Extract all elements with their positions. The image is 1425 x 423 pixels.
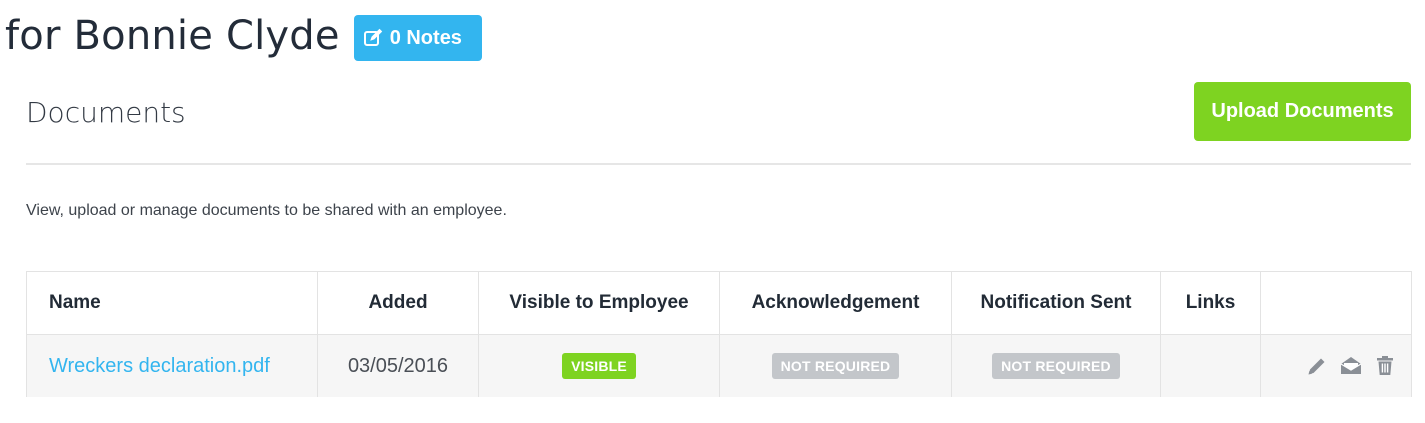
column-header-acknowledgement[interactable]: Acknowledgement [719,271,952,335]
upload-documents-button[interactable]: Upload Documents [1194,82,1411,141]
notification-badge: NOT REQUIRED [992,353,1120,379]
column-header-actions [1260,271,1412,335]
table-header-row: Name Added Visible to Employee Acknowled… [26,271,1412,335]
documents-header: Documents Upload Documents [26,82,1411,142]
trash-icon[interactable] [1373,354,1397,378]
column-header-added[interactable]: Added [317,271,479,335]
column-header-name[interactable]: Name [26,271,318,335]
cell-notification: NOT REQUIRED [951,334,1161,397]
table-row: Wreckers declaration.pdf 03/05/2016 VISI… [26,334,1412,397]
edit-note-icon [363,28,383,48]
document-link[interactable]: Wreckers declaration.pdf [49,355,270,377]
divider [26,163,1411,165]
cell-visible: VISIBLE [478,334,720,397]
section-title: Documents [26,96,186,129]
page-title: for Bonnie Clyde [5,13,340,59]
notes-button[interactable]: 0 Notes [353,15,482,61]
cell-actions [1260,334,1412,397]
cell-added: 03/05/2016 [317,334,479,397]
pencil-icon[interactable] [1305,354,1329,378]
acknowledgement-badge: NOT REQUIRED [771,353,900,379]
section-description: View, upload or manage documents to be s… [26,202,507,219]
column-header-visible[interactable]: Visible to Employee [478,271,720,335]
envelope-open-icon[interactable] [1339,354,1363,378]
documents-table: Name Added Visible to Employee Acknowled… [26,271,1412,397]
page-title-row: for Bonnie Clyde 0 Notes [5,6,482,66]
notes-label: 0 Notes [389,26,462,49]
column-header-links: Links [1160,271,1261,335]
visible-badge: VISIBLE [562,353,636,379]
cell-name: Wreckers declaration.pdf [26,334,318,397]
cell-acknowledgement: NOT REQUIRED [719,334,952,397]
column-header-notification[interactable]: Notification Sent [951,271,1161,335]
cell-links [1160,334,1261,397]
